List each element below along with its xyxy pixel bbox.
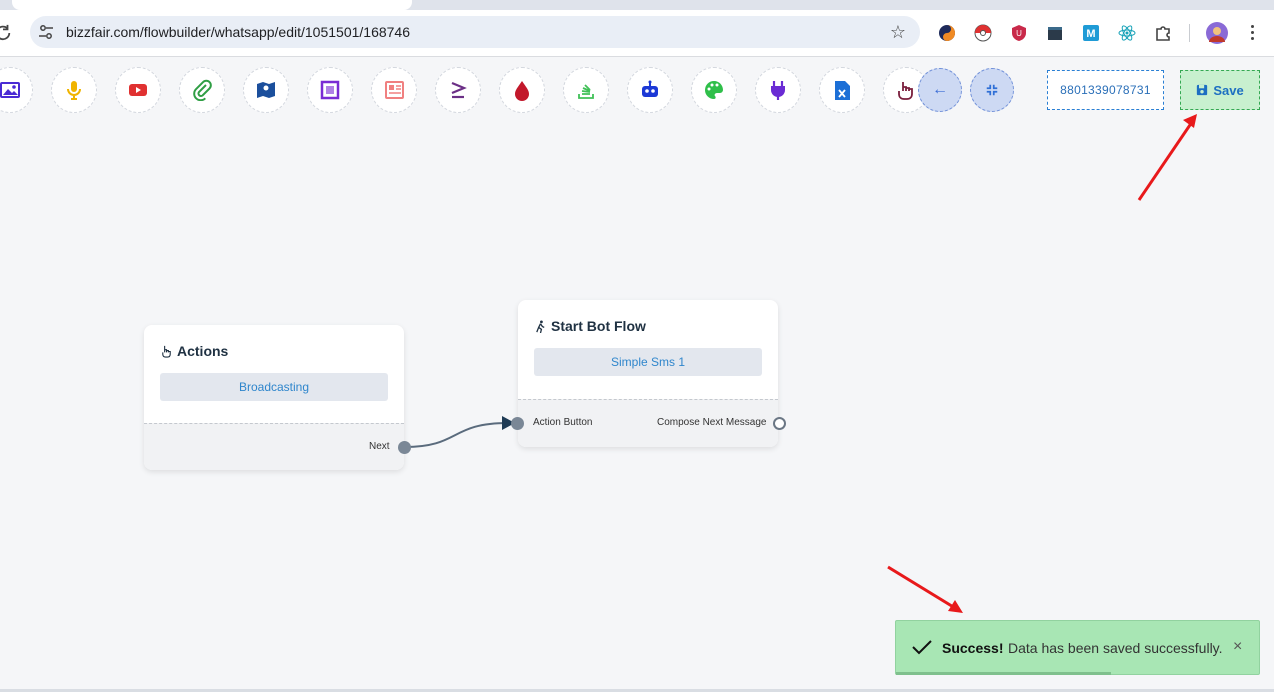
- check-icon: [912, 640, 932, 655]
- start-bot-flow-title-text: Start Bot Flow: [551, 318, 646, 334]
- compose-next-message-port-label: Compose Next Message: [657, 417, 767, 428]
- actions-node-title: Actions: [160, 343, 388, 359]
- toast-title: Success!: [942, 640, 1004, 656]
- start-bot-flow-footer: Action Button Compose Next Message: [518, 399, 778, 447]
- connection-edge[interactable]: [404, 416, 515, 448]
- toast-progress-bar: [896, 672, 1111, 675]
- actions-node[interactable]: Actions Broadcasting Next: [144, 325, 404, 470]
- next-output-handle[interactable]: [398, 441, 411, 454]
- simple-sms-label: Simple Sms 1: [610, 355, 686, 369]
- success-toast: Success! Data has been saved successfull…: [895, 620, 1260, 675]
- actions-node-footer: Next: [144, 423, 404, 470]
- compose-next-message-output-handle[interactable]: [773, 417, 786, 430]
- annotation-arrow-save: [1137, 114, 1197, 201]
- toast-message: Data has been saved successfully.: [1008, 640, 1223, 656]
- next-port-label: Next: [369, 441, 390, 452]
- close-icon[interactable]: ×: [1233, 638, 1242, 656]
- action-button-port-label: Action Button: [533, 417, 593, 428]
- annotation-arrow-toast: [887, 565, 963, 613]
- start-bot-flow-node[interactable]: Start Bot Flow Simple Sms 1 Action Butto…: [518, 300, 778, 447]
- hand-pointer-icon: [162, 345, 171, 358]
- actions-title-text: Actions: [177, 343, 229, 359]
- action-button-input-handle[interactable]: [511, 417, 524, 430]
- broadcasting-button[interactable]: Broadcasting: [160, 373, 388, 401]
- start-bot-flow-title: Start Bot Flow: [534, 318, 762, 334]
- walking-person-icon: [536, 319, 545, 333]
- broadcasting-label: Broadcasting: [238, 380, 310, 394]
- simple-sms-button[interactable]: Simple Sms 1: [534, 348, 762, 376]
